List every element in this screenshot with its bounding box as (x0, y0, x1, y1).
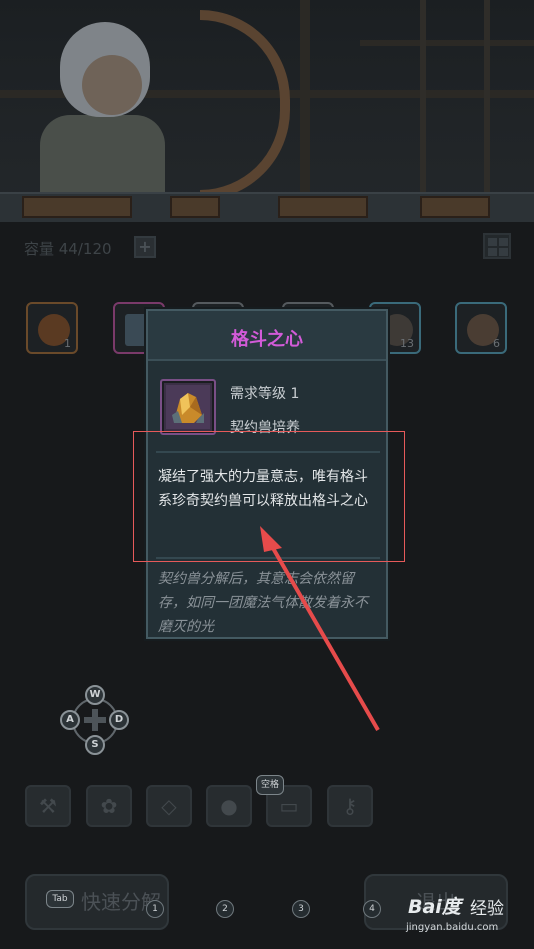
key-s[interactable]: S (85, 735, 105, 755)
key-a[interactable]: A (60, 710, 80, 730)
dpad-cross-icon (84, 709, 106, 731)
paw-icon[interactable]: ✿ (86, 785, 132, 827)
tab-key-hint: Tab (46, 890, 74, 908)
num-key-2[interactable]: 2 (216, 900, 234, 918)
watermark-suffix: 经验 (470, 899, 504, 919)
num-key-1[interactable]: 1 (146, 900, 164, 918)
baidu-watermark: Bai度 经验 jingyan.baidu.com (394, 888, 534, 946)
key-d[interactable]: D (109, 710, 129, 730)
watermark-url: jingyan.baidu.com (406, 922, 499, 933)
space-key-hint: 空格 (256, 775, 284, 795)
key-icon[interactable]: ⚷ (327, 785, 373, 827)
ore-icon[interactable]: ● (206, 785, 252, 827)
hammer-icon[interactable]: ⚒ (25, 785, 71, 827)
watermark-logo: Bai度 (408, 896, 461, 918)
num-key-3[interactable]: 3 (292, 900, 310, 918)
num-key-4[interactable]: 4 (363, 900, 381, 918)
key-w[interactable]: W (85, 685, 105, 705)
gem-icon[interactable]: ◇ (146, 785, 192, 827)
game-screen: 容量 44/120 + 1 13 6 格斗之心 需求等级 1 契约兽培养 凝结了… (0, 0, 534, 949)
